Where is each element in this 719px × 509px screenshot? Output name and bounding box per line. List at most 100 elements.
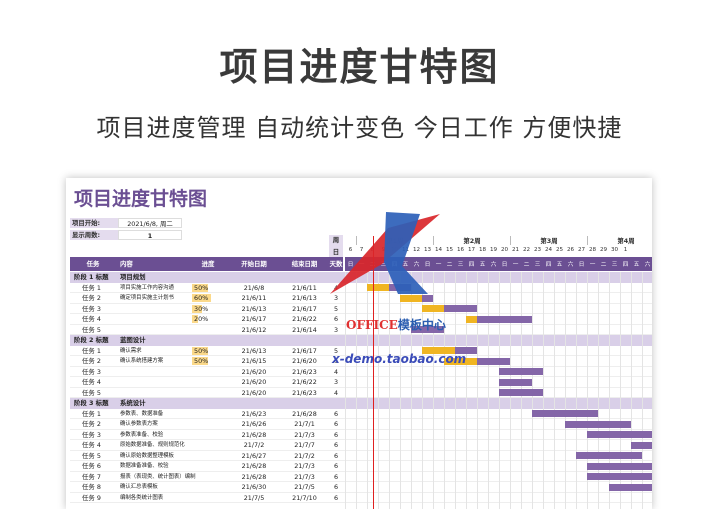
task-name: 任务 1 (82, 409, 101, 418)
task-days: 3 (333, 378, 339, 386)
task-name: 任务 8 (82, 483, 101, 491)
task-end-date: 21/6/22 (292, 378, 317, 386)
phase-name: 项目规划 (120, 273, 146, 281)
task-name: 任务 1 (82, 283, 101, 292)
gantt-bar-done (422, 305, 444, 312)
weekday-label: 五 (556, 262, 563, 268)
task-start-date: 21/6/20 (241, 367, 267, 376)
task-start-date: 21/6/11 (241, 294, 267, 302)
day-number: 19 (489, 247, 498, 253)
task-content: 确认系统搭建方案 (120, 358, 164, 364)
task-progress: 30% (194, 304, 209, 313)
grid-column-line (543, 272, 544, 509)
task-start-date: 21/6/30 (241, 483, 267, 491)
watermark-url: x-demo.taobao.com (332, 352, 467, 366)
task-days: 6 (333, 315, 339, 323)
task-end-date: 21/6/22 (292, 315, 317, 323)
task-start-date: 21/6/20 (241, 378, 267, 386)
task-end-date: 21/6/13 (292, 294, 317, 302)
grid-column-line (345, 272, 346, 509)
task-progress: 20% (194, 315, 209, 323)
day-number: 24 (544, 247, 553, 253)
gantt-bar-plan (444, 305, 477, 312)
watermark-office: OFFICE模板中心 (346, 318, 446, 332)
weekday-label: 四 (622, 262, 629, 268)
weekday-label: 六 (567, 262, 574, 268)
weekday-label: 一 (589, 262, 596, 268)
task-end-date: 21/7/3 (294, 430, 315, 439)
task-content: 参数表、数据准备 (120, 410, 164, 417)
task-start-date: 21/6/26 (241, 420, 267, 428)
col-header-task: 任务 (70, 257, 116, 271)
gantt-bar-plan (477, 357, 510, 365)
task-end-date: 21/6/11 (292, 283, 317, 292)
task-start-date: 21/6/12 (241, 325, 267, 334)
task-days: 6 (333, 430, 339, 439)
phase-name: 系统设计 (120, 399, 146, 407)
task-end-date: 21/6/17 (292, 304, 317, 313)
weekday-label: 五 (633, 262, 640, 268)
task-start-date: 21/6/28 (241, 462, 267, 470)
weekday-label: 五 (479, 262, 486, 268)
task-name: 任务 5 (82, 325, 101, 334)
task-start-date: 21/6/20 (241, 388, 267, 397)
week-label: 第4周 (587, 236, 652, 245)
task-content: 项目实施工作内容沟通 (120, 284, 174, 291)
task-content: 确认原始数据整理模板 (120, 452, 174, 459)
task-start-date: 21/6/27 (241, 451, 267, 460)
day-number: 18 (478, 247, 487, 253)
gantt-bar-plan (587, 473, 652, 480)
grid-column-line (565, 272, 566, 509)
grid-column-line (356, 272, 357, 509)
weekday-label: 三 (611, 262, 618, 268)
task-start-date: 21/7/2 (243, 441, 265, 449)
task-name: 任务 2 (82, 420, 101, 428)
grid-column-line (477, 272, 478, 509)
task-end-date: 21/6/14 (292, 325, 317, 334)
phase-title: 阶段 3 标题 (74, 399, 109, 407)
grid-column-line (576, 272, 577, 509)
task-content: 编制各类统计图表 (120, 494, 164, 501)
grid-column-line (367, 272, 368, 509)
gantt-bar-plan (565, 420, 631, 428)
task-content: 参数表准备、校验 (120, 431, 164, 438)
task-progress: 50% (194, 283, 209, 292)
weekday-label: 一 (512, 262, 519, 268)
task-start-date: 21/6/15 (241, 357, 267, 365)
col-header-start-date: 开始日期 (228, 257, 280, 271)
task-start-date: 21/7/5 (243, 493, 265, 502)
weekday-label: 六 (490, 262, 497, 268)
task-days: 6 (333, 420, 339, 428)
task-end-date: 21/6/23 (292, 367, 317, 376)
weeks-label: 显示周数: (70, 230, 118, 240)
task-name: 任务 1 (82, 346, 101, 355)
task-content: 确认需求 (120, 347, 142, 354)
task-days: 6 (333, 483, 339, 491)
task-end-date: 21/7/1 (294, 420, 315, 428)
task-name: 任务 5 (82, 451, 101, 460)
task-name: 任务 9 (82, 493, 101, 502)
day-number: 26 (566, 247, 575, 253)
grid-column-line (400, 272, 401, 509)
grid-column-line (554, 272, 555, 509)
task-end-date: 21/6/20 (292, 357, 317, 365)
task-name: 任务 4 (82, 378, 101, 386)
start-value-cell[interactable]: 2021/6/8, 周二 (118, 218, 182, 228)
day-number: 29 (599, 247, 608, 253)
task-name: 任务 7 (82, 472, 101, 481)
day-number: 27 (577, 247, 586, 253)
task-days: 6 (333, 409, 339, 418)
task-end-date: 21/6/28 (292, 409, 317, 418)
task-content: 确定项目实施主计划书 (120, 295, 174, 301)
task-progress: 60% (194, 294, 209, 302)
weekday-label: 六 (644, 262, 651, 268)
weeks-value-cell[interactable]: 1 (118, 230, 182, 240)
task-days: 6 (333, 493, 339, 502)
banner-subtitle: 项目进度管理 自动统计变色 今日工作 方便快捷 (96, 114, 623, 142)
week-label: 第3周 (510, 236, 587, 245)
gantt-bar-plan (609, 483, 652, 491)
gantt-bar-done (466, 315, 477, 323)
task-end-date: 21/7/3 (294, 462, 315, 470)
day-number: 21 (511, 247, 520, 253)
gantt-bar-plan (477, 315, 532, 323)
